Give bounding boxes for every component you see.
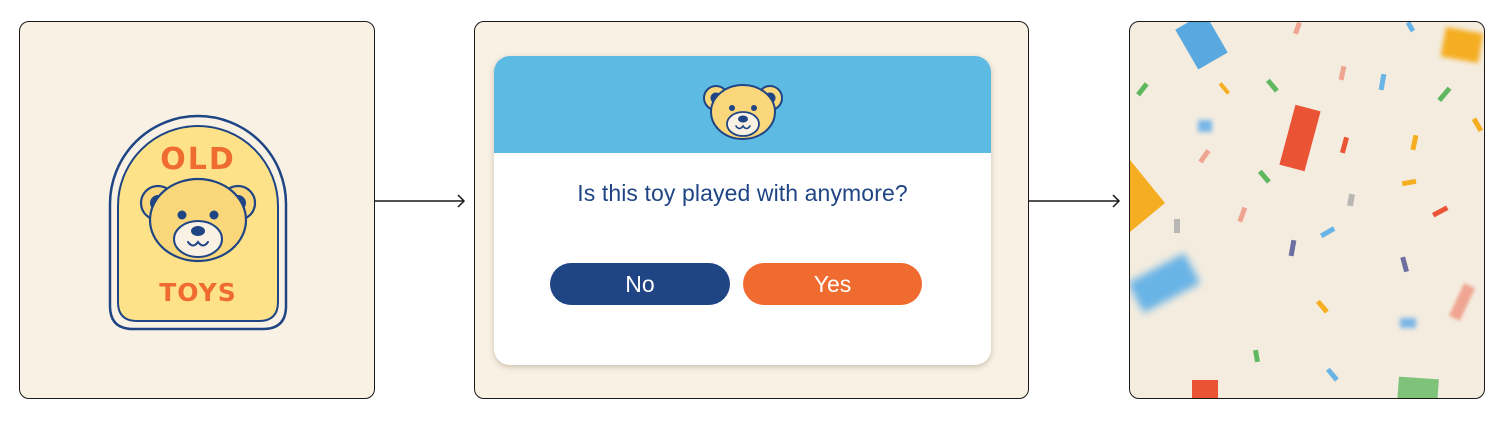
arrow-right-icon: [1029, 194, 1121, 208]
old-toys-badge: OLD TOYS: [108, 114, 288, 331]
dialog-header: [494, 56, 991, 153]
confetti: [1130, 22, 1484, 398]
arrow-right-icon: [375, 194, 466, 208]
badge-top-text: OLD: [160, 142, 236, 177]
old-toys-panel: OLD TOYS: [19, 21, 375, 399]
no-button[interactable]: No: [550, 263, 730, 305]
teddy-bear-icon: [703, 84, 783, 140]
confirm-dialog: Is this toy played with anymore? No Yes: [494, 56, 991, 365]
dialog-panel: Is this toy played with anymore? No Yes: [474, 21, 1029, 399]
confetti-panel: [1129, 21, 1485, 399]
badge-bottom-text: TOYS: [159, 278, 237, 307]
dialog-question: Is this toy played with anymore?: [577, 180, 908, 206]
yes-button[interactable]: Yes: [743, 263, 922, 305]
